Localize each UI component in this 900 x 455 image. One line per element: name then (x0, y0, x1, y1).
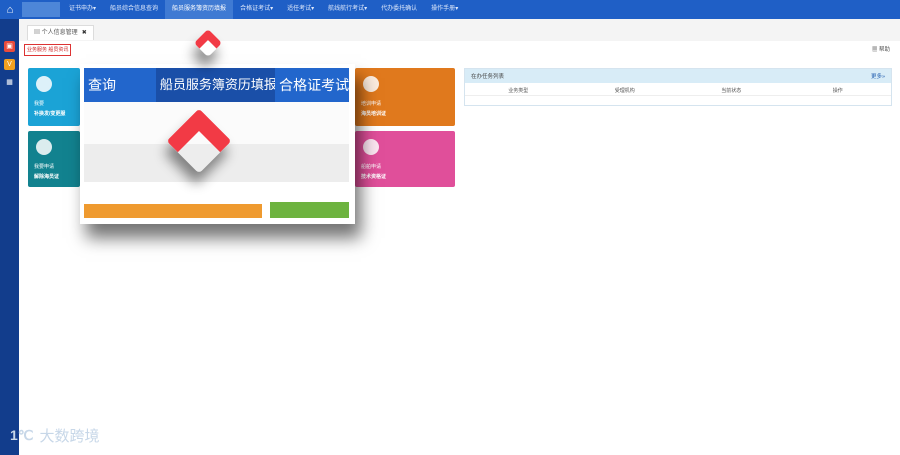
menu-manual[interactable]: 操作手册▾ (424, 0, 465, 19)
grid-icon[interactable]: ▦ (4, 77, 15, 88)
zoomed-orange-tile (84, 204, 262, 218)
more-link[interactable]: 更多» (871, 72, 885, 80)
task-table-header: 业务类型 受理机构 当前状态 操作 (465, 87, 891, 94)
breadcrumb[interactable]: 业务服务 船员资讯 (24, 44, 72, 56)
menu-route-exam[interactable]: 航线航行考试▾ (321, 0, 374, 19)
watermark-text: 大数跨境 (39, 427, 100, 445)
calendar-icon (363, 76, 379, 92)
task-list-panel: 在办任务列表 更多» 业务类型 受理机构 当前状态 操作 (464, 68, 892, 106)
tile-label: 培训申请 (361, 101, 382, 107)
file-icon (363, 139, 379, 155)
tile-label: 我要 (34, 101, 45, 107)
tile-title: 解除海员证 (34, 174, 60, 180)
brand-logo[interactable] (22, 2, 60, 17)
zoomed-menu-query[interactable]: 查询 (84, 68, 156, 102)
menu-agent-confirm[interactable]: 代办委托确认 (374, 0, 424, 19)
task-list-title: 在办任务列表 (471, 74, 505, 80)
tile-replace-service[interactable]: 我要 补换发/变更服 (28, 68, 80, 126)
close-icon[interactable]: ✖ (82, 30, 87, 36)
tile-label: 船舶申请 (361, 164, 382, 170)
help-link[interactable]: ▦ 帮助 (872, 45, 890, 53)
tile-label: 我要申请 (34, 164, 55, 170)
record-icon[interactable]: ▣ (4, 41, 15, 52)
tile-ship-apply[interactable]: 船舶申请 技术资格证 (355, 131, 455, 187)
tile-title: 补换发/变更服 (34, 111, 66, 117)
zoomed-menu: 查询 船员服务簿资历填报 合格证考试 (84, 68, 349, 102)
watermark: 1℃ 大数跨境 (10, 425, 100, 446)
tab-personal-info[interactable]: ▤ 个人信息管理 ✖ (27, 25, 94, 40)
task-list-header: 在办任务列表 更多» (465, 69, 891, 83)
left-sidebar: ▣ V ▦ (0, 19, 19, 455)
main-menu: 证书申办▾ 船员综合信息查询 船员服务簿资历填报 合格证考试▾ 适任考试▾ 航线… (62, 0, 465, 19)
zoomed-green-tile (270, 202, 349, 218)
bookmark-icon (36, 76, 52, 92)
top-nav-bar: ⌂ 证书申办▾ 船员综合信息查询 船员服务簿资历填报 合格证考试▾ 适任考试▾ … (0, 0, 900, 19)
sub-toolbar: 业务服务 船员资讯 ▦ 帮助 (19, 41, 900, 58)
tab-bar: ▤ 个人信息管理 ✖ (19, 19, 900, 42)
tile-title: 技术资格证 (361, 174, 387, 180)
tile-title: 海员培训证 (361, 111, 387, 117)
col-business-type: 业务类型 (508, 88, 529, 94)
menu-qualification-exam[interactable]: 合格证考试▾ (233, 0, 280, 19)
tile-training-apply[interactable]: 培训申请 海员培训证 (355, 68, 455, 126)
home-icon[interactable]: ⌂ (0, 0, 20, 19)
v-icon[interactable]: V (4, 59, 15, 70)
divider (465, 95, 891, 96)
menu-crew-info-query[interactable]: 船员综合信息查询 (103, 0, 165, 19)
zoomed-menu-service-record[interactable]: 船员服务簿资历填报 (155, 68, 276, 102)
menu-competency-exam[interactable]: 适任考试▾ (280, 0, 321, 19)
col-status: 当前状态 (721, 88, 742, 94)
menu-certificate[interactable]: 证书申办▾ (62, 0, 103, 19)
zoomed-menu-qualification-exam[interactable]: 合格证考试 (275, 68, 349, 102)
tile-release-seaman[interactable]: 我要申请 解除海员证 (28, 131, 80, 187)
watermark-logo: 1℃ (10, 427, 34, 443)
document-icon (36, 139, 52, 155)
menu-service-record[interactable]: 船员服务簿资历填报 (165, 0, 234, 19)
col-operation: 操作 (832, 88, 843, 94)
col-agency: 受理机构 (614, 88, 635, 94)
